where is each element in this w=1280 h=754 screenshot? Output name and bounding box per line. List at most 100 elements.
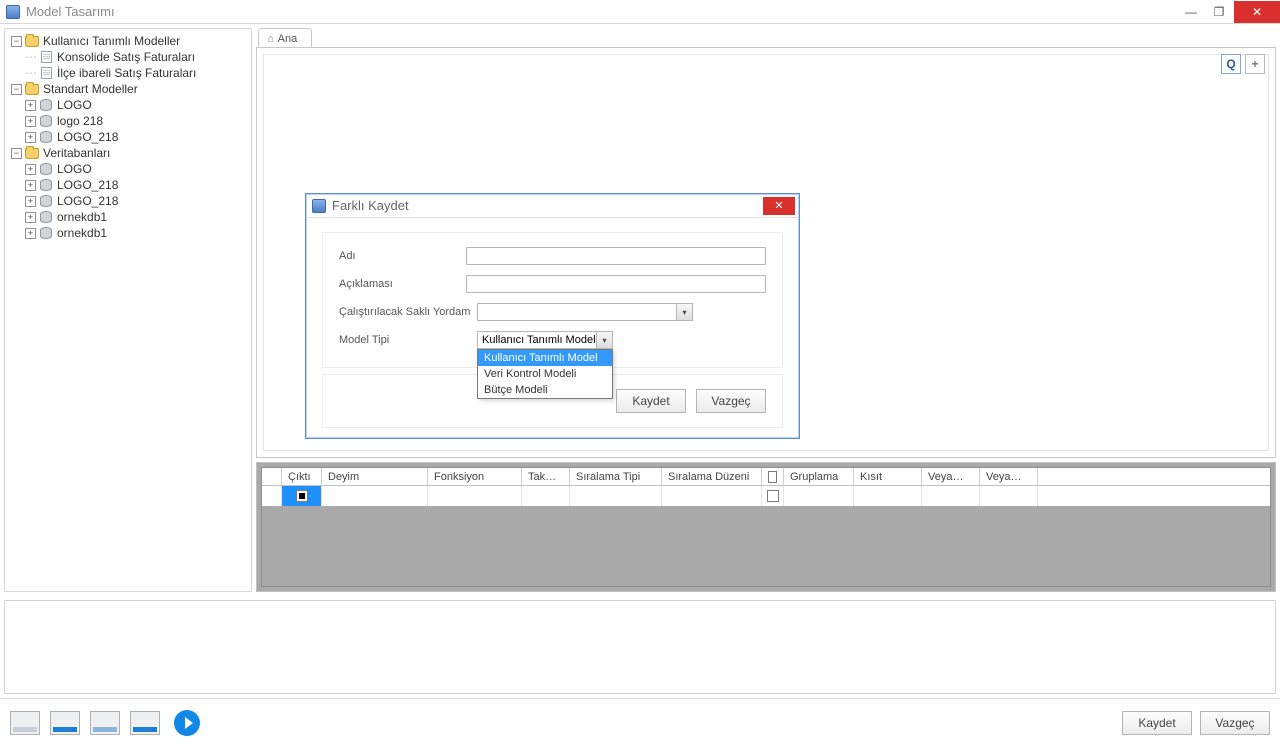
field-label-name: Adı: [339, 250, 466, 262]
tree-label: Konsolide Satış Faturaları: [57, 49, 195, 65]
grid-cell-checkbox[interactable]: [762, 486, 784, 506]
tab-bar: ⌂ Ana: [256, 28, 1276, 48]
tree-item[interactable]: + LOGO_218: [7, 129, 249, 145]
model-type-dropdown: Kullanıcı Tanımlı Model Veri Kontrol Mod…: [477, 349, 613, 399]
tree-item[interactable]: + LOGO_218: [7, 177, 249, 193]
model-type-input[interactable]: [477, 331, 613, 349]
tree-toggle[interactable]: +: [25, 132, 36, 143]
run-button[interactable]: [174, 710, 200, 736]
grid-head[interactable]: Sıralama Düzeni: [662, 468, 762, 485]
tree-folder-databases[interactable]: − Veritabanları: [7, 145, 249, 161]
titlebar: Model Tasarımı — ❐ ✕: [0, 0, 1280, 24]
tree-toggle[interactable]: +: [25, 100, 36, 111]
save-as-dialog: Farklı Kaydet ✕ Adı Açıklaması: [305, 193, 800, 439]
dropdown-option[interactable]: Veri Kontrol Modeli: [478, 366, 612, 382]
grid-cell-output[interactable]: [282, 486, 322, 506]
grid-row[interactable]: [262, 486, 1270, 506]
tree-label: Kullanıcı Tanımlı Modeller: [43, 33, 180, 49]
dialog-save-button[interactable]: Kaydet: [616, 389, 686, 413]
grid-head[interactable]: Veya…: [922, 468, 980, 485]
field-label-type: Model Tipi: [339, 334, 477, 346]
tree-label: Veritabanları: [43, 145, 110, 161]
grid-head[interactable]: Tak…: [522, 468, 570, 485]
home-icon: ⌂: [267, 33, 274, 45]
tree-item[interactable]: + ornekdb1: [7, 225, 249, 241]
grid-head[interactable]: Çıktı: [282, 468, 322, 485]
tree-toggle[interactable]: −: [11, 148, 22, 159]
grid-head[interactable]: Veya…: [980, 468, 1038, 485]
play-icon: [185, 717, 193, 729]
tree-toggle[interactable]: +: [25, 116, 36, 127]
dialog-close-button[interactable]: ✕: [763, 197, 795, 215]
stop-icon: [296, 490, 308, 502]
dropdown-option[interactable]: Bütçe Modeli: [478, 382, 612, 398]
tree-folder-standard-models[interactable]: − Standart Modeller: [7, 81, 249, 97]
tree-toggle[interactable]: −: [11, 84, 22, 95]
tree-label: ornekdb1: [57, 225, 107, 241]
grid-head[interactable]: Gruplama: [784, 468, 854, 485]
tree-toggle[interactable]: +: [25, 212, 36, 223]
design-canvas: Q + Farklı Kaydet ✕ Adı: [256, 47, 1276, 458]
field-label-sp: Çalıştırılacak Saklı Yordam: [339, 306, 477, 318]
grid-head[interactable]: Sıralama Tipi: [570, 468, 662, 485]
name-input[interactable]: [466, 247, 766, 265]
tree-toggle[interactable]: +: [25, 196, 36, 207]
tree-item[interactable]: + logo 218: [7, 113, 249, 129]
grid-head-blank: [262, 468, 282, 485]
footer-cancel-button[interactable]: Vazgeç: [1200, 711, 1270, 735]
message-panel: [4, 600, 1276, 694]
view-mode-2[interactable]: [50, 711, 80, 735]
tree-toggle[interactable]: +: [25, 180, 36, 191]
add-button[interactable]: +: [1245, 54, 1265, 74]
tree-item[interactable]: + LOGO_218: [7, 193, 249, 209]
tree-panel: − Kullanıcı Tanımlı Modeller ⋯ Konsolide…: [4, 28, 252, 592]
tree-folder-user-models[interactable]: − Kullanıcı Tanımlı Modeller: [7, 33, 249, 49]
view-mode-4[interactable]: [130, 711, 160, 735]
grid-head[interactable]: Deyim: [322, 468, 428, 485]
stored-procedure-input[interactable]: [477, 303, 693, 321]
dropdown-option[interactable]: Kullanıcı Tanımlı Model: [478, 350, 612, 366]
tree-label: Standart Modeller: [43, 81, 138, 97]
view-mode-3[interactable]: [90, 711, 120, 735]
checkbox-icon: [767, 490, 779, 502]
tree-label: LOGO: [57, 161, 92, 177]
query-button[interactable]: Q: [1221, 54, 1241, 74]
tree-item[interactable]: + LOGO: [7, 161, 249, 177]
tree-label: logo 218: [57, 113, 103, 129]
tree-label: ornekdb1: [57, 209, 107, 225]
tree-item[interactable]: + ornekdb1: [7, 209, 249, 225]
close-button[interactable]: ✕: [1234, 1, 1280, 23]
tree-toggle[interactable]: +: [25, 164, 36, 175]
maximize-button[interactable]: ❐: [1206, 2, 1232, 22]
model-type-combo[interactable]: ▾ Kullanıcı Tanımlı Model Veri Kontrol M…: [477, 331, 613, 349]
description-input[interactable]: [466, 275, 766, 293]
stored-procedure-combo[interactable]: ▾: [477, 303, 693, 321]
tree-label: LOGO: [57, 97, 92, 113]
view-mode-1[interactable]: [10, 711, 40, 735]
query-grid: Çıktı Deyim Fonksiyon Tak… Sıralama Tipi…: [256, 462, 1276, 592]
chevron-down-icon[interactable]: ▾: [676, 304, 692, 320]
field-label-desc: Açıklaması: [339, 278, 466, 290]
chevron-down-icon[interactable]: ▾: [596, 332, 612, 348]
window-title: Model Tasarımı: [26, 4, 115, 19]
dialog-title: Farklı Kaydet: [332, 198, 409, 213]
tree-item[interactable]: + LOGO: [7, 97, 249, 113]
tree-label: İlçe ibareli Satış Faturaları: [57, 65, 196, 81]
dialog-icon: [312, 199, 326, 213]
tree-label: LOGO_218: [57, 177, 118, 193]
tree-item[interactable]: ⋯ Konsolide Satış Faturaları: [7, 49, 249, 65]
tree-toggle[interactable]: +: [25, 228, 36, 239]
dialog-cancel-button[interactable]: Vazgeç: [696, 389, 766, 413]
tab-label: Ana: [278, 33, 298, 45]
grid-head[interactable]: Kısıt: [854, 468, 922, 485]
grid-head-checkbox[interactable]: [762, 468, 784, 485]
grid-head[interactable]: Fonksiyon: [428, 468, 522, 485]
app-icon: [6, 5, 20, 19]
tree-toggle[interactable]: −: [11, 36, 22, 47]
tab-main[interactable]: ⌂ Ana: [258, 28, 312, 48]
minimize-button[interactable]: —: [1178, 2, 1204, 22]
tree-item[interactable]: ⋯ İlçe ibareli Satış Faturaları: [7, 65, 249, 81]
tree-label: LOGO_218: [57, 129, 118, 145]
tree-label: LOGO_218: [57, 193, 118, 209]
footer-save-button[interactable]: Kaydet: [1122, 711, 1192, 735]
